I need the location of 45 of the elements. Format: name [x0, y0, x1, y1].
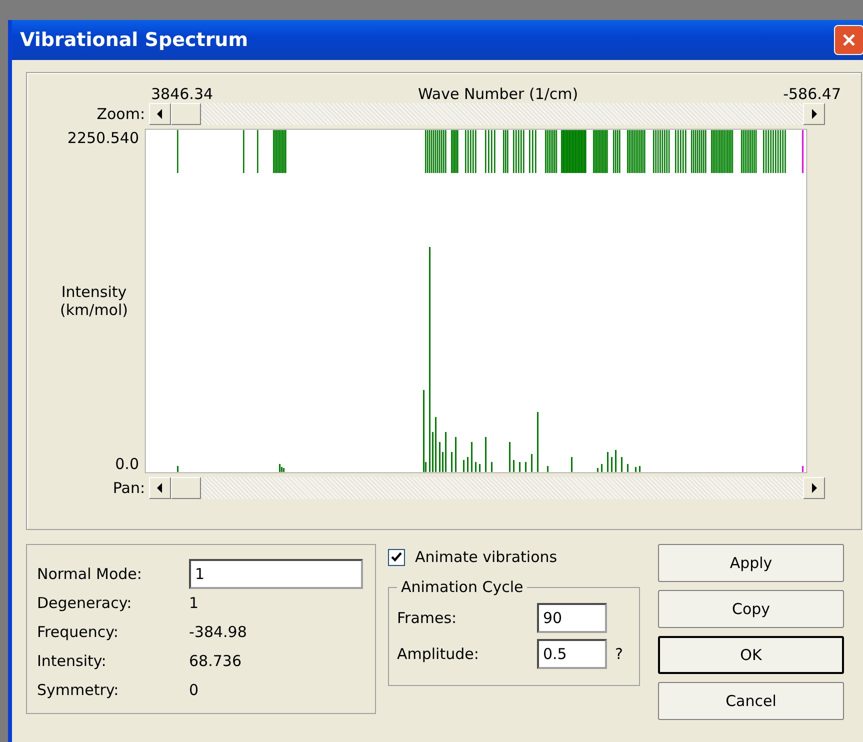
scroll-right-button[interactable] [803, 477, 825, 499]
scroll-thumb[interactable] [171, 103, 201, 125]
field-value: 0 [189, 680, 199, 698]
left-arrow-icon [157, 109, 163, 119]
dialog-button[interactable]: Cancel [658, 682, 844, 720]
field-value: 1 [189, 594, 199, 612]
scroll-left-button[interactable] [149, 477, 171, 499]
window-title: Vibrational Spectrum [20, 29, 248, 51]
axis-title: Intensity (km/mol) [58, 283, 129, 319]
field-label: Amplitude: [397, 645, 480, 663]
axis-title: Wave Number (1/cm) [418, 85, 578, 103]
field-value: -384.98 [189, 622, 247, 640]
input-field[interactable]: 90 [537, 603, 607, 633]
field-label: Frequency: [37, 622, 120, 640]
field-label: Frames: [397, 609, 458, 627]
group-title: Animation Cycle [400, 578, 524, 596]
normal-mode-field[interactable]: 1 [189, 558, 363, 588]
dialog-button[interactable]: OK [658, 636, 844, 674]
right-arrow-icon [811, 109, 817, 119]
pan-label: Pan: [112, 479, 146, 497]
axis-label: 2250.540 [67, 129, 139, 147]
zoom-scrollbar[interactable] [149, 103, 825, 125]
scroll-right-button[interactable] [803, 103, 825, 125]
close-icon [841, 32, 857, 48]
input-field[interactable]: 0.5 [537, 639, 607, 669]
axis-label: -586.47 [783, 85, 841, 103]
field-value: 68.736 [189, 652, 242, 670]
close-button[interactable] [834, 25, 863, 55]
axis-label: 0.0 [115, 455, 139, 473]
field-label: Degeneracy: [37, 594, 133, 612]
dialog-button[interactable]: Copy [658, 590, 844, 628]
help-mark[interactable]: ? [615, 645, 623, 663]
pan-scrollbar[interactable] [149, 477, 825, 499]
field-label: Symmetry: [37, 680, 120, 698]
scroll-thumb[interactable] [171, 477, 201, 499]
field-label: Intensity: [37, 652, 108, 670]
right-arrow-icon [811, 483, 817, 493]
left-arrow-icon [157, 483, 163, 493]
scroll-left-button[interactable] [149, 103, 171, 125]
checkbox[interactable] [388, 548, 405, 566]
zoom-label: Zoom: [96, 105, 146, 123]
field-label: Normal Mode: [37, 564, 143, 582]
axis-label: 3846.34 [151, 85, 214, 103]
dialog-button[interactable]: Apply [658, 544, 844, 582]
checkbox-label: Animate vibrations [415, 548, 558, 566]
